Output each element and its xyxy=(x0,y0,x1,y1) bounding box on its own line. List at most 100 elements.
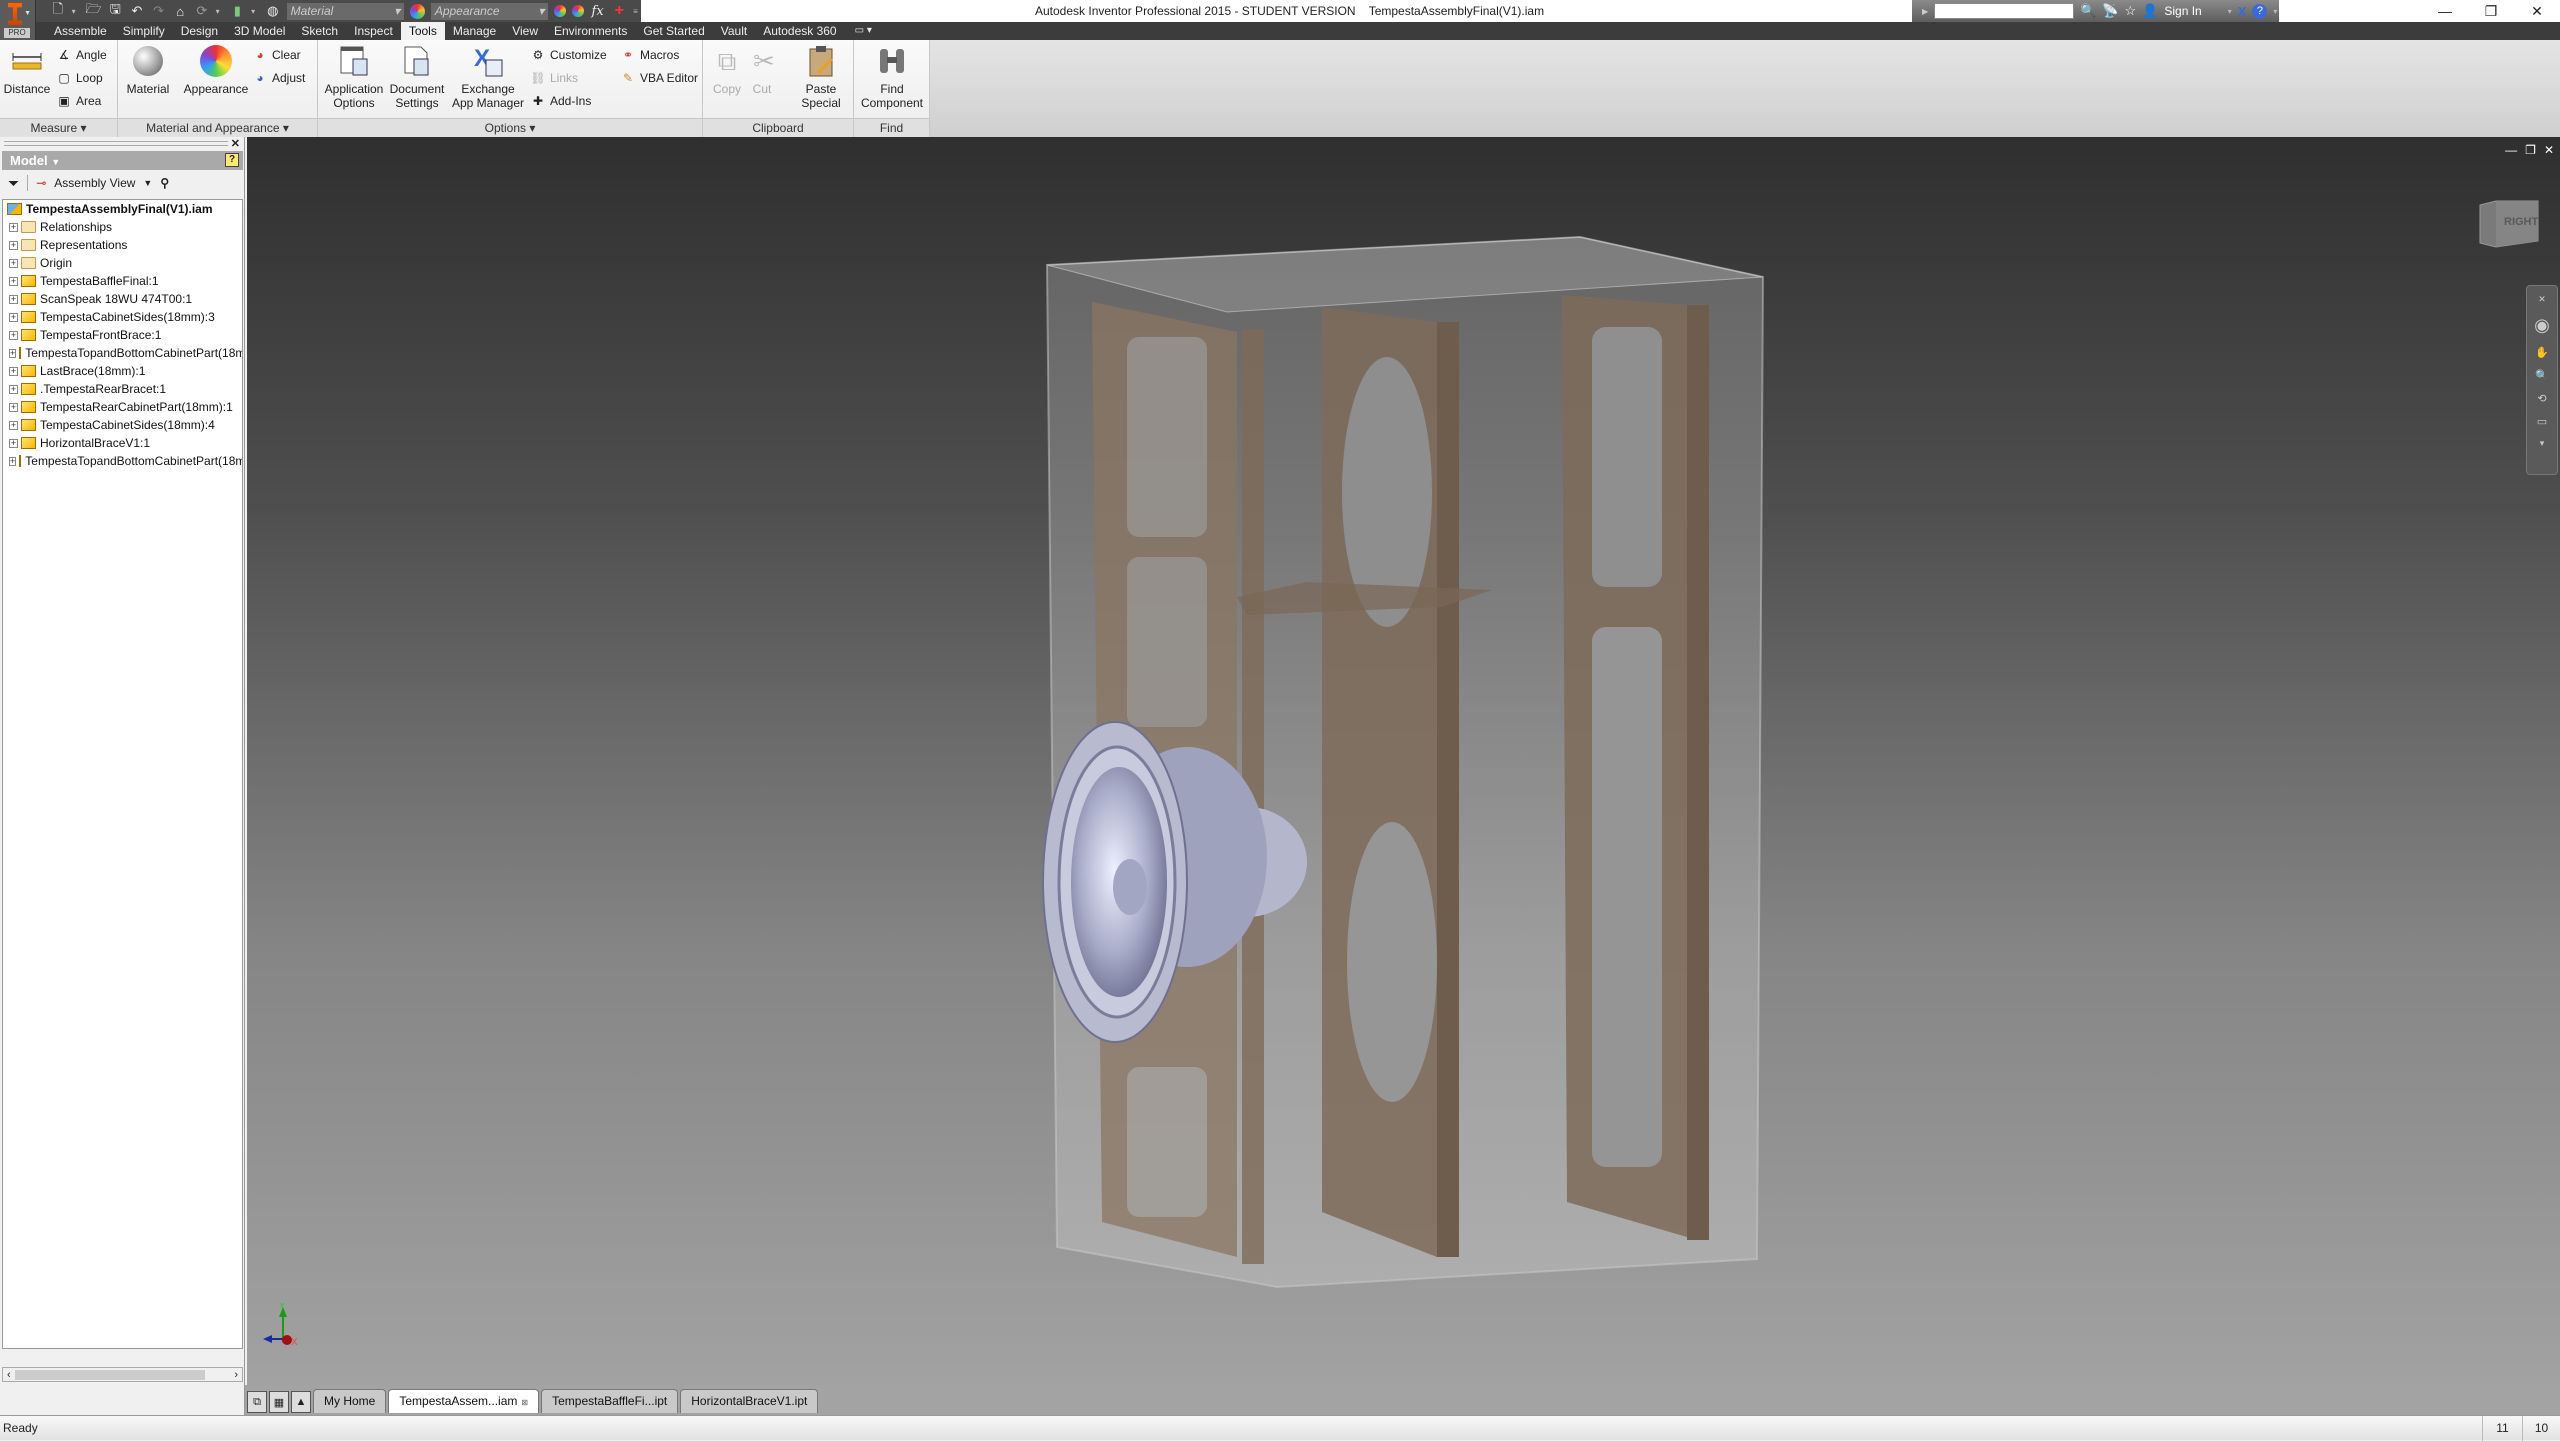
appearance-combo[interactable]: Appearance▾ xyxy=(431,3,549,20)
loop-button[interactable]: ▢Loop xyxy=(56,69,103,87)
save-icon[interactable]: 🖫 xyxy=(107,3,123,19)
tab-tools[interactable]: Tools xyxy=(401,22,445,40)
expand-plus-icon[interactable]: + xyxy=(9,367,18,376)
open-folder-icon[interactable]: 🗁 xyxy=(85,3,101,19)
select-dropdown-icon[interactable]: ▾ xyxy=(251,7,259,16)
tab-get-started[interactable]: Get Started xyxy=(635,22,712,40)
restore-button[interactable]: ❐ xyxy=(2468,0,2514,22)
scroll-thumb[interactable] xyxy=(15,1370,205,1380)
customize-qat-icon[interactable]: ≡ xyxy=(633,7,641,16)
clear-appearance-button[interactable]: ◕Clear xyxy=(252,46,301,64)
doc-tab-horizontal-brace[interactable]: HorizontalBraceV1.ipt xyxy=(680,1389,818,1413)
expand-plus-icon[interactable]: + xyxy=(9,385,18,394)
copy-button[interactable]: ⧉ Copy xyxy=(709,44,745,96)
links-button[interactable]: ⛓Links xyxy=(530,69,578,87)
tree-node[interactable]: +TempestaBaffleFinal:1 xyxy=(3,272,242,290)
tab-view[interactable]: View xyxy=(504,22,546,40)
browser-close-icon[interactable]: ✕ xyxy=(231,137,240,150)
subscription-center-icon[interactable]: 📡 xyxy=(2102,3,2118,19)
ribbon-minimize-toggle[interactable]: ▭ ▾ xyxy=(855,22,872,40)
measure-panel-label[interactable]: Measure ▾ xyxy=(0,118,117,137)
favorites-star-icon[interactable]: ☆ xyxy=(2125,3,2137,19)
tile-windows-icon[interactable]: ▦ xyxy=(269,1391,289,1413)
tab-sketch[interactable]: Sketch xyxy=(293,22,346,40)
angle-button[interactable]: ∡Angle xyxy=(56,46,107,64)
sign-in-dropdown-icon[interactable]: ▾ xyxy=(2228,7,2232,16)
browser-horizontal-scrollbar[interactable]: ‹ › xyxy=(2,1367,243,1382)
binoculars-find-icon[interactable]: ⚲ xyxy=(160,176,169,190)
expand-plus-icon[interactable]: + xyxy=(9,349,16,358)
expand-plus-icon[interactable]: + xyxy=(9,259,18,268)
speaker-cabinet-model[interactable] xyxy=(247,137,2560,1385)
search-key-icon[interactable]: 🔍 xyxy=(2080,3,2096,19)
material-appearance-panel-label[interactable]: Material and Appearance ▾ xyxy=(118,118,317,137)
paste-special-button[interactable]: PasteSpecial xyxy=(795,44,847,110)
tree-node[interactable]: +Relationships xyxy=(3,218,242,236)
exchange-app-manager-button[interactable]: X ExchangeApp Manager xyxy=(448,44,528,110)
tab-autodesk-360[interactable]: Autodesk 360 xyxy=(755,22,844,40)
appearance-button[interactable]: Appearance xyxy=(180,44,252,96)
expand-plus-icon[interactable]: + xyxy=(9,403,18,412)
exchange-x-icon[interactable]: X xyxy=(2238,4,2247,19)
expand-plus-icon[interactable]: + xyxy=(9,439,18,448)
expand-plus-icon[interactable]: + xyxy=(9,331,18,340)
options-panel-label[interactable]: Options ▾ xyxy=(318,118,702,137)
redo-icon[interactable]: ↷ xyxy=(151,3,167,19)
filter-icon[interactable]: ⏷ xyxy=(8,175,19,192)
tree-node[interactable]: +.TempestaRearBracet:1 xyxy=(3,380,242,398)
cut-button[interactable]: ✂ Cut xyxy=(747,44,777,96)
help-icon[interactable]: ? xyxy=(2252,4,2267,19)
tab-vault[interactable]: Vault xyxy=(713,22,755,40)
tab-manage[interactable]: Manage xyxy=(445,22,504,40)
tree-node[interactable]: +TempestaCabinetSides(18mm):4 xyxy=(3,416,242,434)
tab-design[interactable]: Design xyxy=(173,22,226,40)
document-settings-button[interactable]: DocumentSettings xyxy=(386,44,448,110)
tab-simplify[interactable]: Simplify xyxy=(115,22,173,40)
vba-editor-button[interactable]: ✎VBA Editor xyxy=(620,69,698,87)
tree-node[interactable]: +TempestaTopandBottomCabinetPart(18mm xyxy=(3,344,242,362)
tree-node[interactable]: +TempestaRearCabinetPart(18mm):1 xyxy=(3,398,242,416)
tab-environments[interactable]: Environments xyxy=(546,22,635,40)
close-button[interactable]: ✕ xyxy=(2514,0,2560,22)
doc-tab-my-home[interactable]: My Home xyxy=(313,1389,386,1413)
help-dropdown-icon[interactable]: ▾ xyxy=(2273,7,2277,16)
select-icon[interactable]: ▮ xyxy=(230,3,246,19)
scroll-right-icon[interactable]: › xyxy=(234,1369,238,1381)
tree-node[interactable]: +Origin xyxy=(3,254,242,272)
view-mode-select[interactable]: Assembly View xyxy=(54,176,135,190)
find-component-button[interactable]: FindComponent xyxy=(858,44,926,110)
browser-help-icon[interactable]: ? xyxy=(225,153,239,167)
cascade-windows-icon[interactable]: ⧉ xyxy=(247,1391,267,1413)
tab-assemble[interactable]: Assemble xyxy=(46,22,115,40)
distance-button[interactable]: Distance xyxy=(2,44,52,96)
tree-node[interactable]: +LastBrace(18mm):1 xyxy=(3,362,242,380)
new-dropdown-icon[interactable]: ▾ xyxy=(72,7,80,16)
expand-plus-icon[interactable]: + xyxy=(9,223,18,232)
expand-plus-icon[interactable]: + xyxy=(9,313,18,322)
doc-tab-assembly[interactable]: TempestaAssem...iam⊠ xyxy=(388,1389,539,1413)
expand-plus-icon[interactable]: + xyxy=(9,241,18,250)
scroll-left-icon[interactable]: ‹ xyxy=(7,1369,11,1381)
minimize-button[interactable]: — xyxy=(2422,0,2468,22)
expand-plus-icon[interactable]: + xyxy=(9,457,16,466)
browser-header[interactable]: Model ▼ ? xyxy=(2,151,243,170)
update-dropdown-icon[interactable]: ▾ xyxy=(216,7,224,16)
material-combo[interactable]: Material▾ xyxy=(287,3,405,20)
tab-3d-model[interactable]: 3D Model xyxy=(226,22,293,40)
adjust-appearance-icon[interactable] xyxy=(554,5,566,17)
application-options-button[interactable]: ApplicationOptions xyxy=(322,44,386,110)
expand-plus-icon[interactable]: + xyxy=(9,295,18,304)
application-menu-button[interactable]: ▼ PRO xyxy=(0,0,36,40)
adjust-appearance-button[interactable]: ◕Adjust xyxy=(252,69,305,87)
macros-button[interactable]: ⚭Macros xyxy=(620,46,679,64)
area-button[interactable]: ▣Area xyxy=(56,92,101,110)
graphics-viewport[interactable]: — ❐ ✕ RIGHT ✕ ◉ ✋ 🔍 ⟲ ▭ ▾ xyxy=(247,137,2560,1385)
tree-node[interactable]: +TempestaTopandBottomCabinetPart(18m xyxy=(3,452,242,470)
tree-node[interactable]: +HorizontalBraceV1:1 xyxy=(3,434,242,452)
tree-root[interactable]: TempestaAssemblyFinal(V1).iam xyxy=(3,200,242,218)
material-button[interactable]: Material xyxy=(122,44,174,96)
clear-appearance-icon[interactable] xyxy=(572,5,584,17)
tree-node[interactable]: +TempestaFrontBrace:1 xyxy=(3,326,242,344)
parameters-fx-icon[interactable]: fx xyxy=(590,3,606,19)
tree-node[interactable]: +Representations xyxy=(3,236,242,254)
